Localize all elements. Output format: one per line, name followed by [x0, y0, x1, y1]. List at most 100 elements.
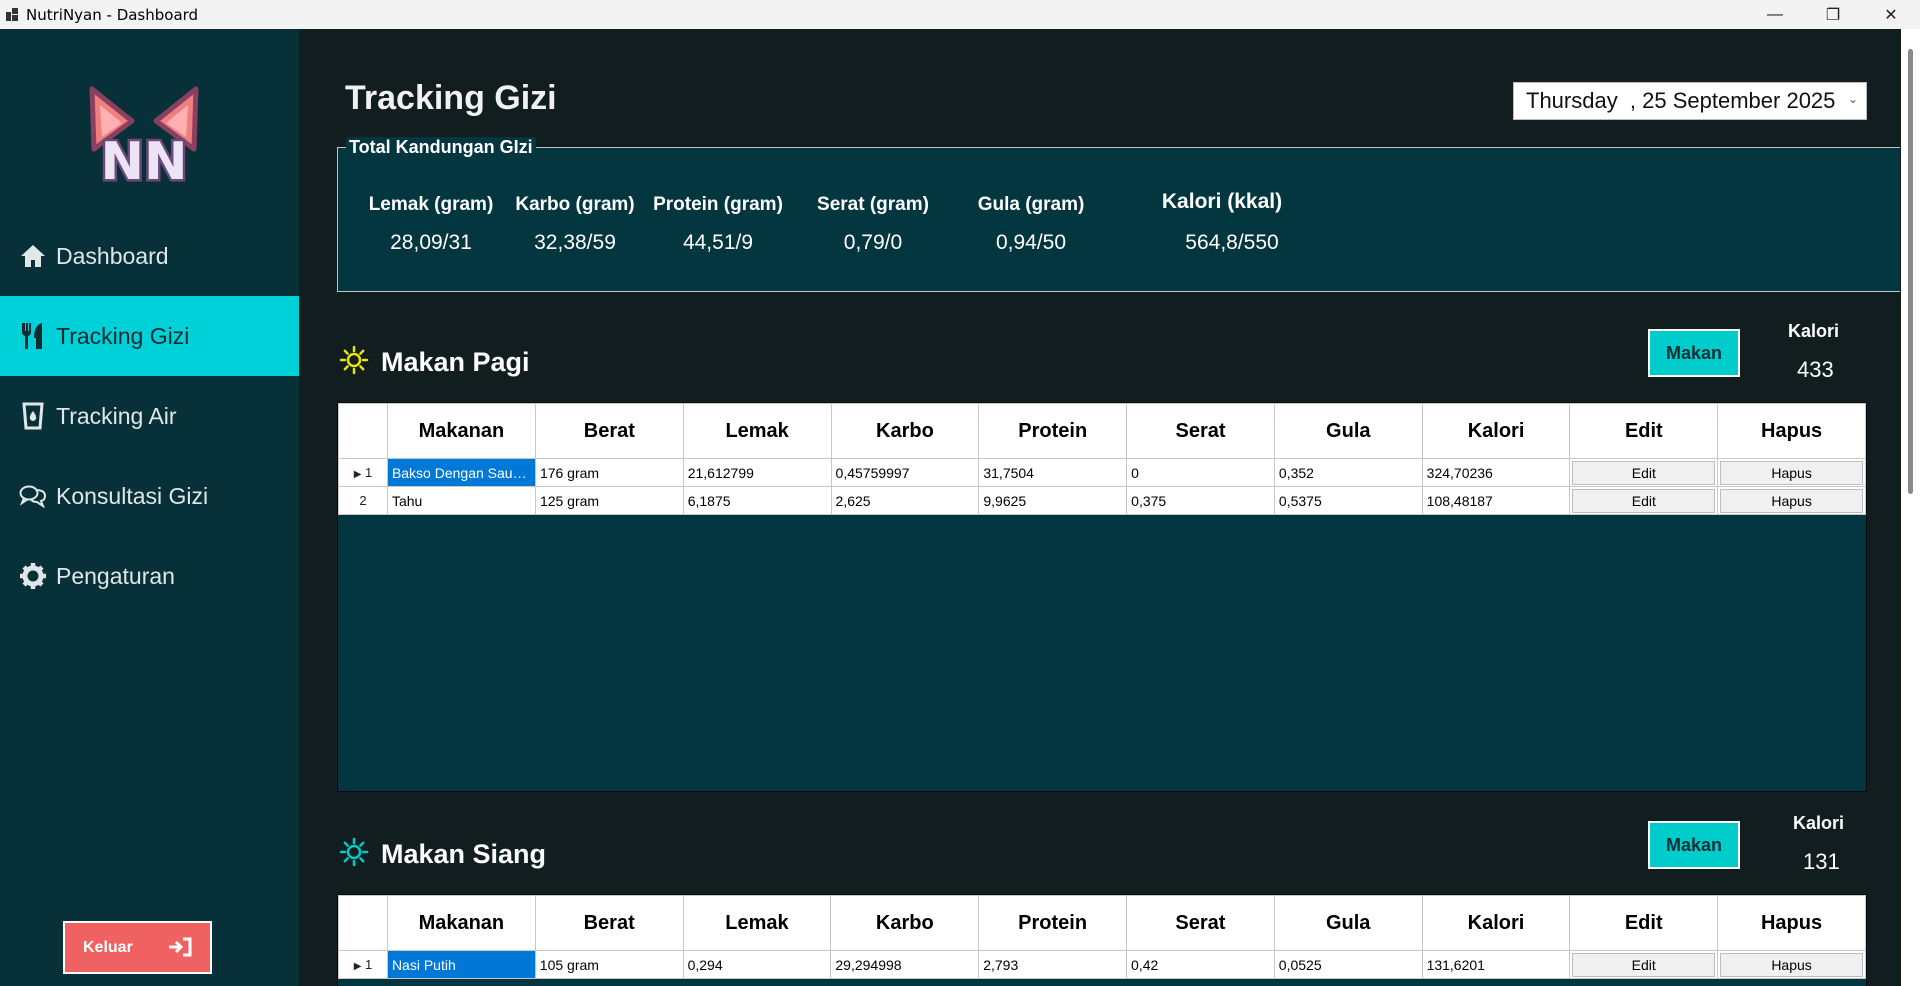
sidebar-item-pengaturan[interactable]: Pengaturan	[0, 536, 299, 616]
cell-karbo[interactable]: 29,294998	[830, 950, 980, 979]
cell-serat[interactable]: 0	[1126, 458, 1275, 487]
table-row[interactable]: ▶ 1 Nasi Putih 105 gram 0,294 29,294998 …	[338, 950, 1866, 979]
column-header[interactable]: Kalori	[1421, 403, 1571, 459]
cell-karbo[interactable]: 0,45759997	[830, 458, 980, 487]
section-title: Makan Siang	[381, 839, 547, 869]
cell-lemak[interactable]: 0,294	[682, 950, 832, 979]
column-header[interactable]: Karbo	[830, 895, 980, 951]
column-header[interactable]: Edit	[1569, 895, 1719, 951]
table-header-row: Makanan Berat Lemak Karbo Protein Serat …	[338, 895, 1866, 951]
date-picker[interactable]: Thursday , 25 September 2025 ⌄	[1513, 82, 1867, 120]
cell-kalori[interactable]: 324,70236	[1421, 458, 1571, 487]
sidebar-item-label: Pengaturan	[56, 562, 175, 589]
sign-in-icon	[168, 937, 192, 962]
cell-hapus: Hapus	[1717, 458, 1866, 487]
column-header[interactable]: Lemak	[682, 403, 832, 459]
column-header[interactable]: Makanan	[386, 403, 536, 459]
column-header[interactable]: Serat	[1126, 403, 1275, 459]
total-kalori: Kalori (kkal) 564,8/550	[1161, 190, 1283, 254]
kalori-label: Kalori	[1793, 813, 1845, 833]
row-header-corner	[338, 895, 388, 951]
column-header[interactable]: Hapus	[1717, 403, 1866, 459]
kalori-label: Kalori	[1788, 321, 1840, 341]
makan-pagi-add-button[interactable]: Makan	[1648, 329, 1740, 377]
hapus-button[interactable]: Hapus	[1720, 952, 1863, 977]
column-header[interactable]: Hapus	[1717, 895, 1866, 951]
gear-icon	[18, 561, 48, 591]
kalori-value: 433	[1797, 357, 1834, 382]
cell-hapus: Hapus	[1717, 486, 1866, 515]
column-header[interactable]: Protein	[978, 403, 1128, 459]
makan-siang-table: Makanan Berat Lemak Karbo Protein Serat …	[337, 894, 1867, 986]
row-header[interactable]: 2	[338, 486, 388, 515]
minimize-button[interactable]: —	[1746, 0, 1804, 29]
row-header[interactable]: ▶ 1	[338, 950, 388, 979]
cell-serat[interactable]: 0,375	[1126, 486, 1275, 515]
edit-button[interactable]: Edit	[1572, 952, 1716, 977]
cell-gula[interactable]: 0,352	[1273, 458, 1423, 487]
sun-icon	[339, 837, 369, 872]
sidebar-item-konsultasi-gizi[interactable]: Konsultasi Gizi	[0, 456, 299, 536]
row-header[interactable]: ▶ 1	[338, 458, 388, 487]
cell-gula[interactable]: 0,5375	[1273, 486, 1423, 515]
cell-makanan[interactable]: Nasi Putih	[386, 950, 536, 979]
edit-button[interactable]: Edit	[1572, 460, 1716, 485]
section-makan-pagi: Makan Pagi	[339, 345, 530, 380]
cell-lemak[interactable]: 6,1875	[682, 486, 832, 515]
cell-makanan[interactable]: Bakso Dengan Saus...	[386, 458, 536, 487]
column-header[interactable]: Gula	[1273, 403, 1423, 459]
column-header[interactable]: Karbo	[830, 403, 980, 459]
cell-makanan[interactable]: Tahu	[386, 486, 536, 515]
cell-gula[interactable]: 0,0525	[1273, 950, 1423, 979]
makan-siang-add-button[interactable]: Makan	[1648, 821, 1740, 869]
column-header[interactable]: Berat	[534, 895, 684, 951]
cell-protein[interactable]: 2,793	[978, 950, 1128, 979]
vertical-scrollbar[interactable]	[1901, 29, 1920, 986]
sun-icon	[339, 345, 369, 380]
section-title: Makan Pagi	[381, 347, 530, 377]
sidebar-item-dashboard[interactable]: Dashboard	[0, 216, 299, 296]
chat-icon	[18, 481, 48, 511]
scrollbar-thumb[interactable]	[1908, 49, 1913, 494]
column-header[interactable]: Serat	[1126, 895, 1275, 951]
cell-berat[interactable]: 176 gram	[534, 458, 684, 487]
column-header[interactable]: Makanan	[386, 895, 536, 951]
hapus-button[interactable]: Hapus	[1720, 488, 1863, 513]
column-header[interactable]: Kalori	[1421, 895, 1571, 951]
cell-kalori[interactable]: 131,6201	[1421, 950, 1571, 979]
cell-berat[interactable]: 125 gram	[534, 486, 684, 515]
column-header[interactable]: Berat	[534, 403, 684, 459]
kalori-value: 131	[1803, 849, 1840, 874]
cell-lemak[interactable]: 21,612799	[682, 458, 832, 487]
column-header[interactable]: Protein	[978, 895, 1128, 951]
cell-kalori[interactable]: 108,48187	[1421, 486, 1571, 515]
edit-button[interactable]: Edit	[1572, 488, 1716, 513]
cell-protein[interactable]: 9,9625	[978, 486, 1128, 515]
close-button[interactable]: ✕	[1862, 0, 1920, 29]
totals-legend: Total Kandungan GIzi	[346, 137, 536, 158]
table-header-row: Makanan Berat Lemak Karbo Protein Serat …	[338, 403, 1866, 459]
logout-button[interactable]: Keluar	[63, 921, 212, 974]
column-header[interactable]: Edit	[1569, 403, 1719, 459]
current-row-indicator-icon: ▶	[353, 961, 362, 972]
sidebar-item-tracking-air[interactable]: Tracking Air	[0, 376, 299, 456]
cell-berat[interactable]: 105 gram	[534, 950, 684, 979]
cell-protein[interactable]: 31,7504	[978, 458, 1128, 487]
sidebar-item-label: Tracking Gizi	[56, 322, 190, 349]
sidebar-item-label: Konsultasi Gizi	[56, 482, 209, 509]
hapus-button[interactable]: Hapus	[1720, 460, 1863, 485]
utensils-icon	[18, 321, 48, 351]
sidebar-item-label: Tracking Air	[56, 402, 177, 429]
column-header[interactable]: Lemak	[682, 895, 832, 951]
table-row[interactable]: ▶ 1 Bakso Dengan Saus... 176 gram 21,612…	[338, 458, 1866, 487]
cell-serat[interactable]: 0,42	[1126, 950, 1275, 979]
cell-karbo[interactable]: 2,625	[830, 486, 980, 515]
makan-pagi-table: Makanan Berat Lemak Karbo Protein Serat …	[337, 402, 1867, 792]
table-row[interactable]: 2 Tahu 125 gram 6,1875 2,625 9,9625 0,37…	[338, 486, 1866, 515]
total-karbo: Karbo (gram) 32,38/59	[515, 194, 635, 254]
maximize-button[interactable]: ❐	[1804, 0, 1862, 29]
total-protein: Protein (gram) 44,51/9	[653, 194, 783, 254]
row-header-corner	[338, 403, 388, 459]
sidebar-item-tracking-gizi[interactable]: Tracking Gizi	[0, 296, 299, 376]
column-header[interactable]: Gula	[1273, 895, 1423, 951]
